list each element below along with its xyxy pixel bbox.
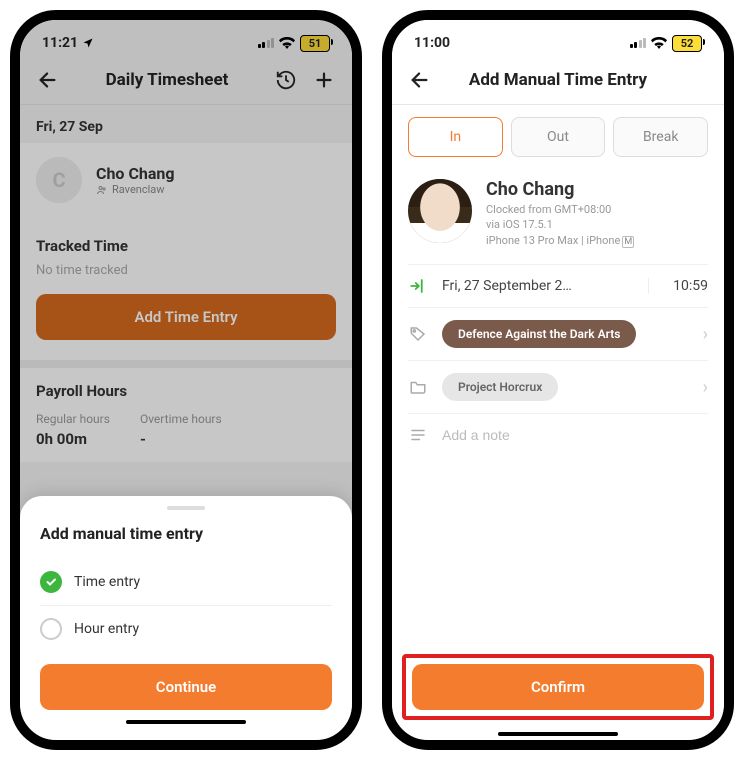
payroll-section: Payroll Hours Regular hours 0h 00m Overt… [20,368,352,462]
clock-in-icon [408,277,428,295]
profile-os: via iOS 17.5.1 [486,217,634,232]
user-card[interactable]: C Cho Chang Ravenclaw [20,143,352,223]
segment-in[interactable]: In [408,117,503,157]
project-row[interactable]: Project Horcrux › [392,361,724,413]
radio-time-entry[interactable]: Time entry [40,561,332,603]
no-time-tracked: No time tracked [36,263,336,278]
back-button[interactable] [34,66,62,94]
date-value: Fri, 27 September 2… [442,278,634,294]
nav-header: Add Manual Time Entry [392,60,724,104]
phone-right: 11:00 52 Add Manual Time Entry In Out Br… [382,10,734,750]
cellular-icon [630,38,647,48]
segmented-control: In Out Break [392,105,724,163]
confirm-button[interactable]: Confirm [412,664,704,710]
folder-icon [408,378,428,396]
team-icon [96,184,108,196]
battery-indicator: 51 [300,35,330,52]
profile-name: Cho Chang [486,179,634,200]
tracked-time-title: Tracked Time [36,237,336,255]
radio-unchecked-icon [40,618,62,640]
continue-button[interactable]: Continue [40,664,332,710]
tag-row[interactable]: Defence Against the Dark Arts › [392,308,724,360]
add-manual-time-sheet: Add manual time entry Time entry Hour en… [20,496,352,740]
chevron-right-icon: › [703,324,708,345]
location-icon [82,37,94,49]
nav-header: Daily Timesheet [20,60,352,104]
add-button[interactable] [310,66,338,94]
profile-device: iPhone 13 Pro Max | iPhoneM [486,233,634,248]
confirm-highlight: Confirm [402,654,714,720]
date-label: Fri, 27 Sep [20,105,352,143]
segment-out[interactable]: Out [511,117,606,157]
history-icon [275,69,297,91]
page-title: Add Manual Time Entry [444,70,672,90]
avatar [408,179,472,243]
payroll-regular: Regular hours 0h 00m [36,412,110,448]
date-time-row[interactable]: Fri, 27 September 2… 10:59 [392,265,724,307]
add-time-entry-button[interactable]: Add Time Entry [36,294,336,340]
profile-tz: Clocked from GMT+08:00 [486,202,634,217]
back-arrow-icon [37,69,59,91]
tracked-time-section: Tracked Time No time tracked Add Time En… [20,223,352,360]
status-bar: 11:21 51 [20,20,352,60]
user-team: Ravenclaw [96,183,175,196]
back-button[interactable] [406,66,434,94]
activity-pill: Defence Against the Dark Arts [442,320,636,348]
add-manual-entry-screen: 11:00 52 Add Manual Time Entry In Out Br… [392,20,724,740]
radio-checked-icon [40,571,62,593]
segment-break[interactable]: Break [613,117,708,157]
radio-hour-entry[interactable]: Hour entry [40,608,332,650]
tag-icon [408,325,428,343]
status-time: 11:00 [414,35,450,51]
note-row[interactable] [392,414,724,456]
profile-block: Cho Chang Clocked from GMT+08:00 via iOS… [392,163,724,264]
cellular-icon [258,38,275,48]
home-indicator[interactable] [498,732,618,736]
chevron-right-icon: › [703,377,708,398]
project-pill: Project Horcrux [442,373,558,401]
plus-icon [313,69,335,91]
home-indicator[interactable] [126,720,246,724]
phone-left: 11:21 51 Daily Timesheet Fri, 27 Sep C C… [10,10,362,750]
battery-indicator: 52 [672,35,702,52]
user-name: Cho Chang [96,164,175,183]
time-value: 10:59 [648,278,708,294]
note-input[interactable] [442,427,708,443]
sheet-handle[interactable] [167,506,205,510]
back-arrow-icon [409,69,431,91]
sheet-title: Add manual time entry [40,524,332,543]
payroll-overtime: Overtime hours - [140,412,222,448]
note-icon [408,426,428,444]
wifi-icon [279,37,295,49]
status-time: 11:21 [42,35,78,51]
payroll-title: Payroll Hours [36,382,336,400]
m-badge: M [622,236,634,248]
wifi-icon [651,37,667,49]
history-button[interactable] [272,66,300,94]
status-bar: 11:00 52 [392,20,724,60]
avatar: C [36,157,82,203]
page-title: Daily Timesheet [72,70,262,90]
